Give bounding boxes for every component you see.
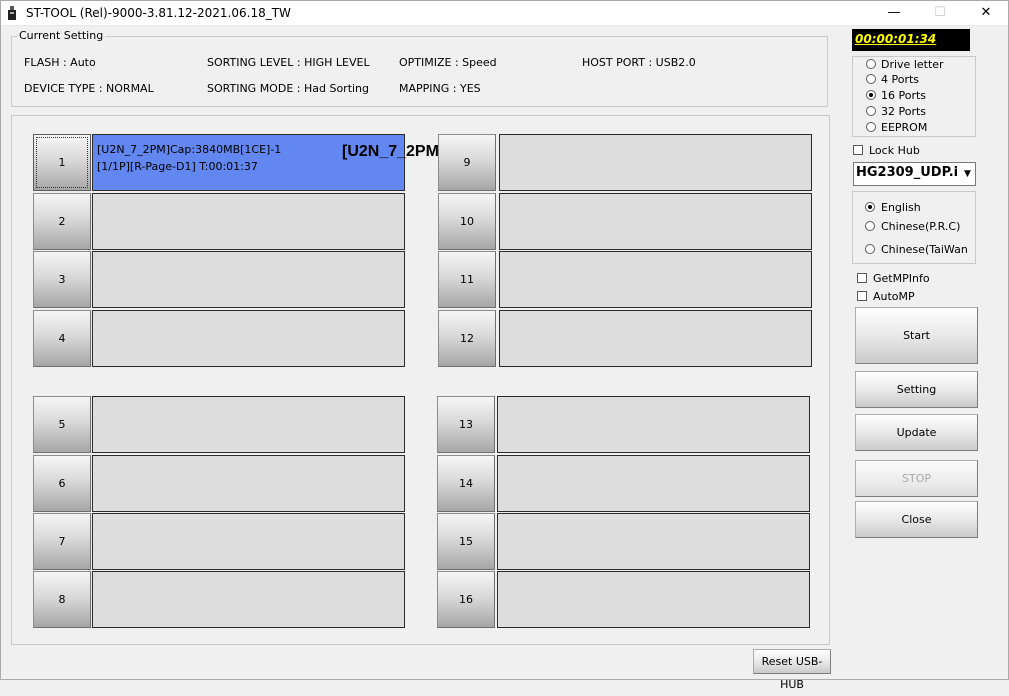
4-ports-label: 4 Ports	[881, 73, 920, 86]
port-panel-10	[499, 193, 812, 250]
automp-checkbox[interactable]	[857, 291, 867, 301]
port-panel-7	[92, 513, 405, 570]
usb-stick-icon	[7, 6, 17, 20]
optimize-setting: OPTIMIZE : Speed	[399, 56, 497, 69]
port-panel-6	[92, 455, 405, 512]
port-panel-9	[499, 134, 812, 191]
port-panel-13	[497, 396, 810, 453]
radio-eeprom[interactable]	[866, 122, 876, 132]
radio-drive-letter[interactable]	[866, 59, 876, 69]
port-button-15[interactable]: 15	[437, 513, 495, 570]
port-panel-1: [U2N_7_2PM]Cap:3840MB[1CE]-1 [1/1P][R-Pa…	[92, 134, 444, 191]
port-1-device-name: [U2N_7_2PM]	[342, 143, 445, 160]
radio-english[interactable]	[865, 202, 875, 212]
flash-setting: FLASH : Auto	[24, 56, 96, 69]
port-button-16[interactable]: 16	[437, 571, 495, 628]
close-window-button[interactable]: ✕	[963, 0, 1009, 26]
stop-button[interactable]: STOP	[855, 460, 978, 497]
chinese-taiwan-label: Chinese(TaiWan	[881, 243, 968, 256]
radio-4-ports[interactable]	[866, 74, 876, 84]
port-panel-11	[499, 251, 812, 308]
radio-chinese-taiwan[interactable]	[865, 244, 875, 254]
reset-usb-hub-button[interactable]: Reset USB-HUB	[753, 649, 831, 691]
port-panel-4	[92, 310, 405, 367]
32-ports-label: 32 Ports	[881, 105, 927, 118]
getmpinfo-checkbox[interactable]	[857, 273, 867, 283]
port-panel-15	[497, 513, 810, 570]
port-button-12[interactable]: 12	[438, 310, 496, 367]
sorting-level-setting: SORTING LEVEL : HIGH LEVEL	[207, 56, 370, 69]
port-button-1[interactable]: 1	[33, 134, 91, 191]
port-button-14[interactable]: 14	[437, 455, 495, 512]
radio-chinese-prc[interactable]	[865, 221, 875, 231]
close-button[interactable]: Close	[855, 501, 978, 538]
hub-config-combo[interactable]: HG2309_UDP.ini ▼	[853, 162, 976, 186]
host-port-setting: HOST PORT : USB2.0	[582, 56, 696, 69]
port-panel-5	[92, 396, 405, 453]
title-bar[interactable]: ST-TOOL (Rel)-9000-3.81.12-2021.06.18_TW…	[0, 0, 1009, 26]
minimize-button[interactable]: —	[871, 0, 917, 26]
start-button[interactable]: Start	[855, 307, 978, 364]
hub-config-value: HG2309_UDP.ini	[856, 165, 959, 180]
port-button-3[interactable]: 3	[33, 251, 91, 308]
16-ports-label: 16 Ports	[881, 89, 927, 102]
port-button-8[interactable]: 8	[33, 571, 91, 628]
chinese-prc-label: Chinese(P.R.C)	[881, 220, 961, 233]
port-panel-3	[92, 251, 405, 308]
automp-label: AutoMP	[873, 290, 915, 303]
lock-hub-checkbox[interactable]	[853, 145, 863, 155]
port-button-7[interactable]: 7	[33, 513, 91, 570]
port-panel-2	[92, 193, 405, 250]
radio-16-ports[interactable]	[866, 90, 876, 100]
update-button[interactable]: Update	[855, 414, 978, 451]
port-panel-8	[92, 571, 405, 628]
device-type-setting: DEVICE TYPE : NORMAL	[24, 82, 154, 95]
eeprom-label: EEPROM	[881, 121, 928, 134]
window-title: ST-TOOL (Rel)-9000-3.81.12-2021.06.18_TW	[26, 6, 291, 20]
radio-32-ports[interactable]	[866, 106, 876, 116]
port-panel-16	[497, 571, 810, 628]
port-panel-14	[497, 455, 810, 512]
getmpinfo-label: GetMPInfo	[873, 272, 930, 285]
port-button-11[interactable]: 11	[438, 251, 496, 308]
mapping-setting: MAPPING : YES	[399, 82, 481, 95]
port-button-10[interactable]: 10	[438, 193, 496, 250]
maximize-button[interactable]: ☐	[917, 0, 963, 26]
chevron-down-icon[interactable]: ▼	[960, 163, 975, 185]
sorting-mode-setting: SORTING MODE : Had Sorting	[207, 82, 370, 95]
port-button-9[interactable]: 9	[438, 134, 496, 191]
drive-letter-label: Drive letter	[881, 58, 944, 71]
port-button-2[interactable]: 2	[33, 193, 91, 250]
current-setting-group	[11, 36, 828, 107]
port-button-6[interactable]: 6	[33, 455, 91, 512]
english-label: English	[881, 201, 921, 214]
port-button-5[interactable]: 5	[33, 396, 91, 453]
port-1-info-line1: [U2N_7_2PM]Cap:3840MB[1CE]-1	[97, 143, 282, 156]
port-panel-12	[499, 310, 812, 367]
elapsed-timer: 00:00:01:34	[852, 29, 970, 51]
current-setting-label: Current Setting	[17, 29, 106, 42]
port-1-info-line2: [1/1P][R-Page-D1] T:00:01:37	[97, 160, 258, 173]
lock-hub-label: Lock Hub	[869, 144, 920, 157]
setting-button[interactable]: Setting	[855, 371, 978, 408]
port-button-13[interactable]: 13	[437, 396, 495, 453]
port-button-4[interactable]: 4	[33, 310, 91, 367]
